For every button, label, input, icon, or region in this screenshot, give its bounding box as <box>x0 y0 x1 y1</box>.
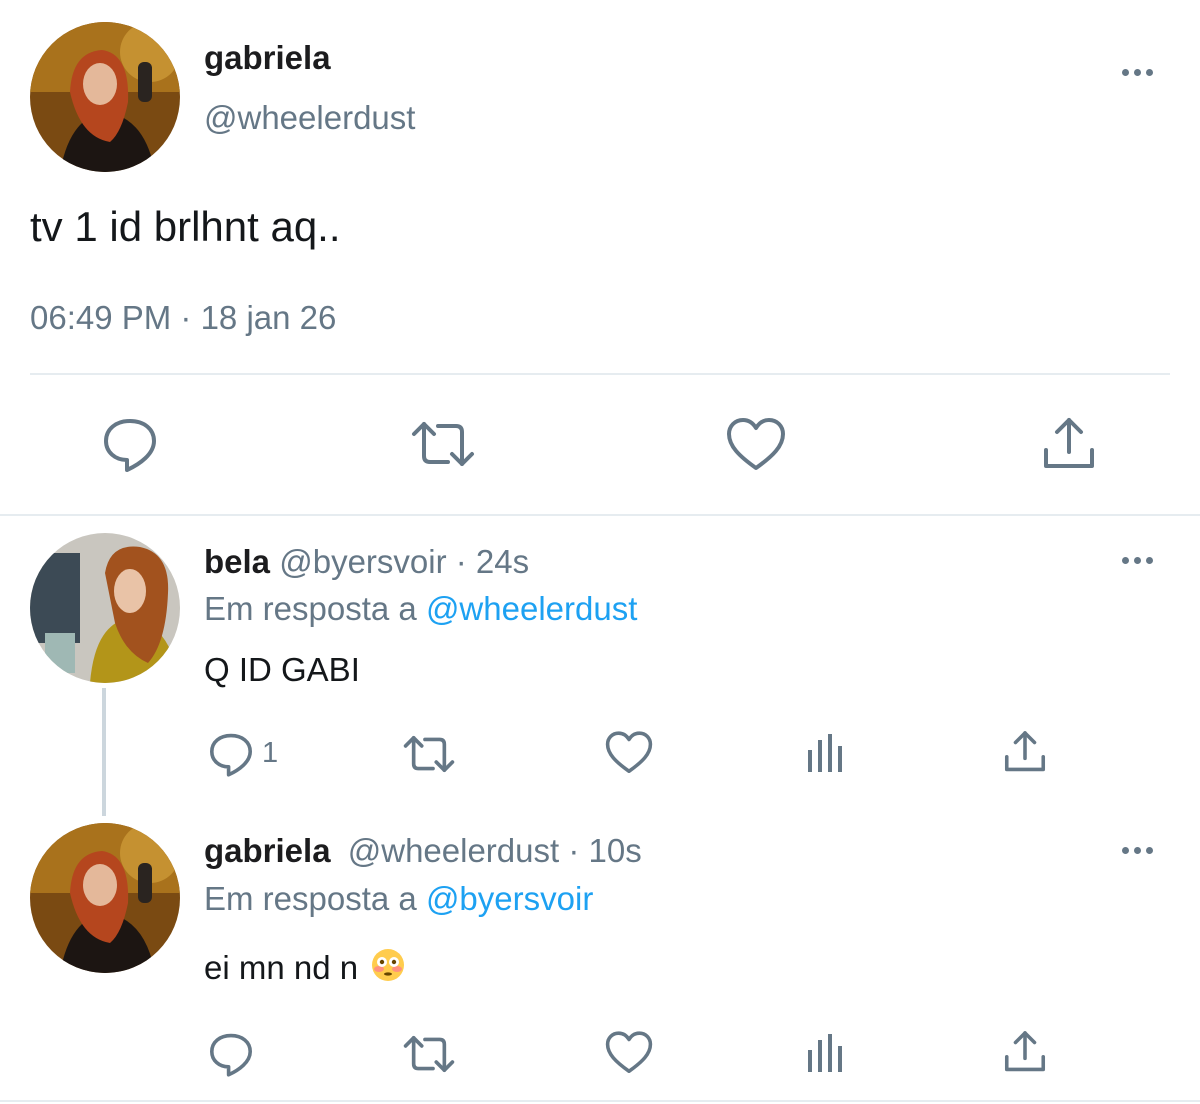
tweet-text: ei mn nd n <box>204 949 359 986</box>
author-handle[interactable]: @wheelerdust <box>204 96 415 140</box>
retweet-icon[interactable] <box>400 1033 458 1075</box>
tweet-text: Q ID GABI <box>204 651 360 688</box>
reply-prefix: Em resposta a <box>204 590 417 627</box>
retweet-icon[interactable] <box>408 418 478 470</box>
tweet-text: tv 1 id brlhnt aq.. <box>30 203 341 250</box>
flushed-face-icon <box>371 948 405 993</box>
share-icon[interactable] <box>1002 1028 1048 1076</box>
tweet-timestamp[interactable]: 06:49 PM · 18 jan 26 <box>30 296 336 340</box>
reply-to-link[interactable]: @wheelerdust <box>426 590 637 627</box>
reply-to-link[interactable]: @byersvoir <box>426 880 593 917</box>
reply-icon[interactable] <box>100 414 160 474</box>
analytics-icon[interactable] <box>806 1030 848 1074</box>
reply-icon[interactable] <box>206 1030 256 1078</box>
avatar[interactable] <box>30 533 180 683</box>
like-icon[interactable] <box>725 416 787 474</box>
reply-prefix: Em resposta a <box>204 880 417 917</box>
more-options-icon[interactable] <box>1114 550 1160 570</box>
more-options-icon[interactable] <box>1114 840 1160 860</box>
share-icon[interactable] <box>1002 728 1048 776</box>
author-meta[interactable]: @wheelerdust · 10s <box>348 832 642 869</box>
like-icon[interactable] <box>604 730 654 776</box>
tweet-text-row: ei mn nd n <box>204 946 405 993</box>
thread-connector <box>102 688 106 816</box>
analytics-icon[interactable] <box>806 730 848 774</box>
like-icon[interactable] <box>604 1030 654 1076</box>
divider <box>30 373 1170 375</box>
retweet-icon[interactable] <box>400 733 458 775</box>
avatar[interactable] <box>30 22 180 172</box>
author-name[interactable]: bela <box>204 543 270 580</box>
reply-context: Em resposta a @wheelerdust <box>204 587 637 631</box>
divider <box>0 514 1200 516</box>
share-icon[interactable] <box>1040 414 1098 474</box>
author-name[interactable]: gabriela <box>204 832 331 869</box>
reply-header: bela @byersvoir · 24s <box>204 540 529 584</box>
author-name[interactable]: gabriela <box>204 36 331 80</box>
reply-context: Em resposta a @byersvoir <box>204 877 593 921</box>
reply-icon[interactable] <box>206 730 256 778</box>
divider <box>0 1100 1200 1102</box>
more-options-icon[interactable] <box>1114 62 1160 82</box>
avatar[interactable] <box>30 823 180 973</box>
reply-header: gabriela @wheelerdust · 10s <box>204 829 642 873</box>
reply-count: 1 <box>262 737 279 769</box>
author-meta[interactable]: @byersvoir · 24s <box>279 543 529 580</box>
